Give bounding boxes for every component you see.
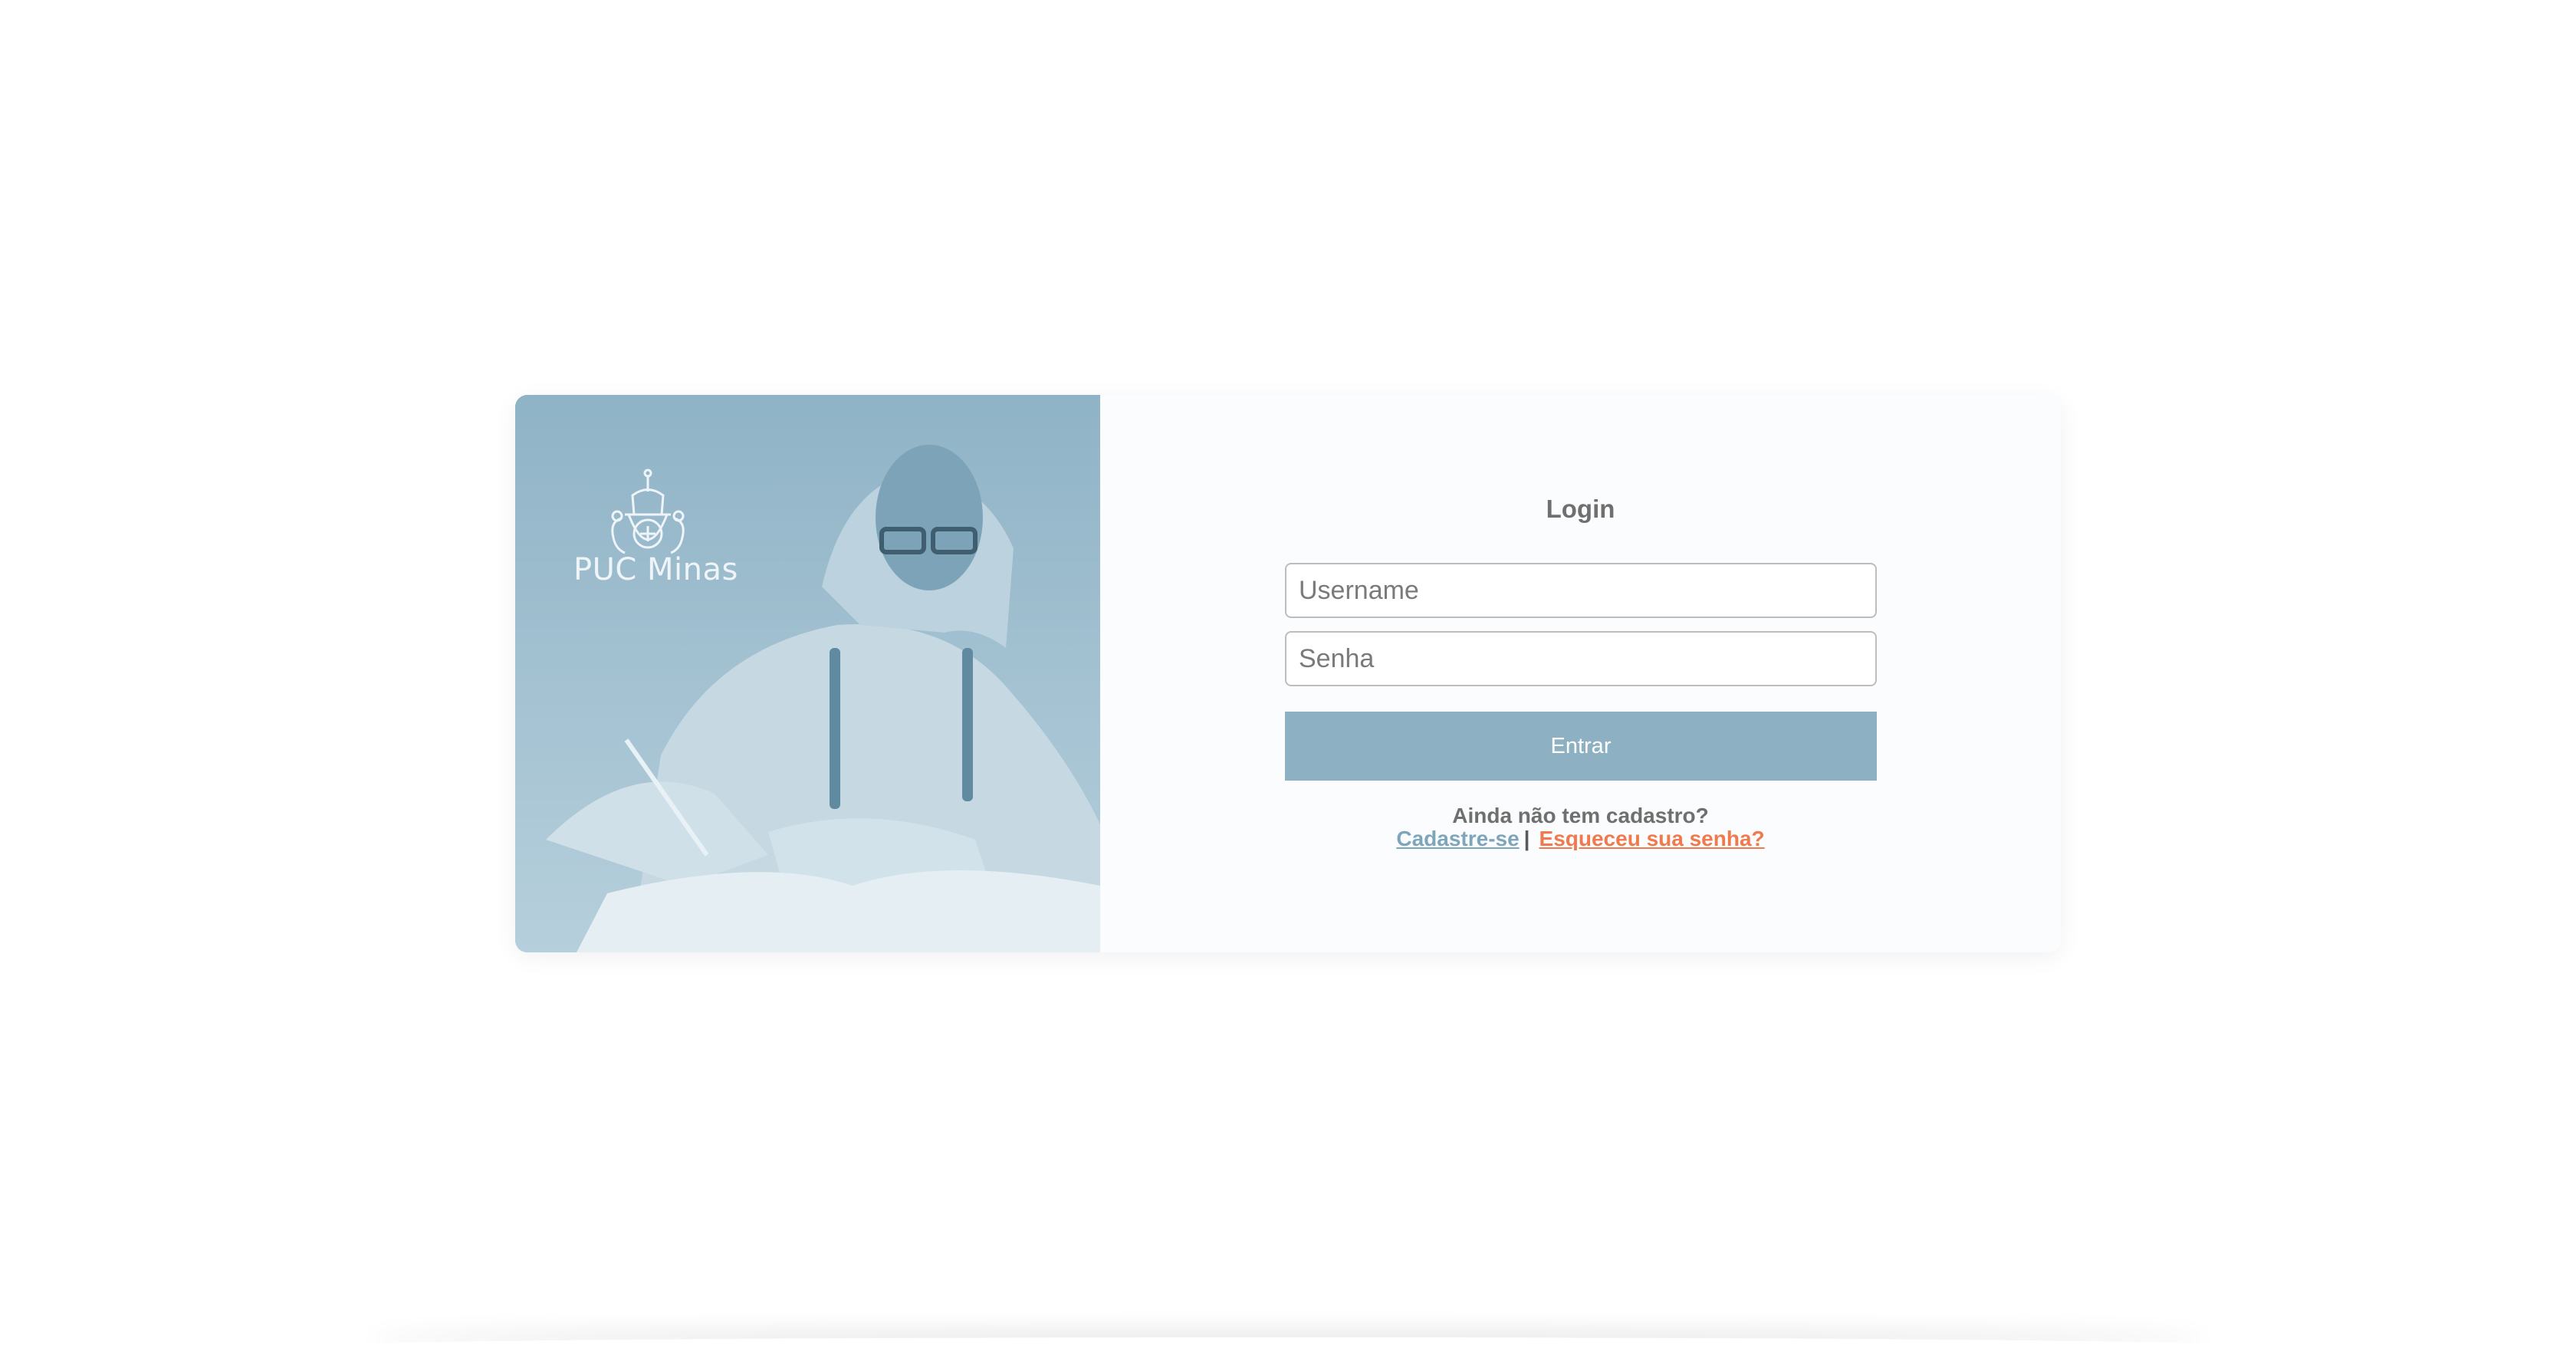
link-separator: | bbox=[1523, 827, 1530, 850]
password-input[interactable] bbox=[1285, 631, 1877, 686]
hero-image: PUC Minas bbox=[515, 395, 1100, 952]
brand-name: PUC Minas bbox=[573, 552, 738, 587]
login-page: PUC Minas Login Entrar Ainda não tem cad… bbox=[0, 0, 2576, 1345]
username-input[interactable] bbox=[1285, 563, 1877, 618]
page-bottom-shadow bbox=[368, 1337, 2208, 1345]
signup-link[interactable]: Cadastre-se bbox=[1396, 827, 1519, 850]
login-button[interactable]: Entrar bbox=[1285, 712, 1877, 781]
auth-links: Cadastre-se | Esqueceu sua senha? bbox=[1100, 827, 2061, 851]
login-card: PUC Minas Login Entrar Ainda não tem cad… bbox=[515, 395, 2061, 952]
page-title: Login bbox=[1546, 495, 1615, 523]
forgot-password-link[interactable]: Esqueceu sua senha? bbox=[1539, 827, 1765, 850]
login-form: Login Entrar Ainda não tem cadastro? Cad… bbox=[1100, 395, 2061, 952]
signup-prompt: Ainda não tem cadastro? bbox=[1452, 804, 1709, 827]
